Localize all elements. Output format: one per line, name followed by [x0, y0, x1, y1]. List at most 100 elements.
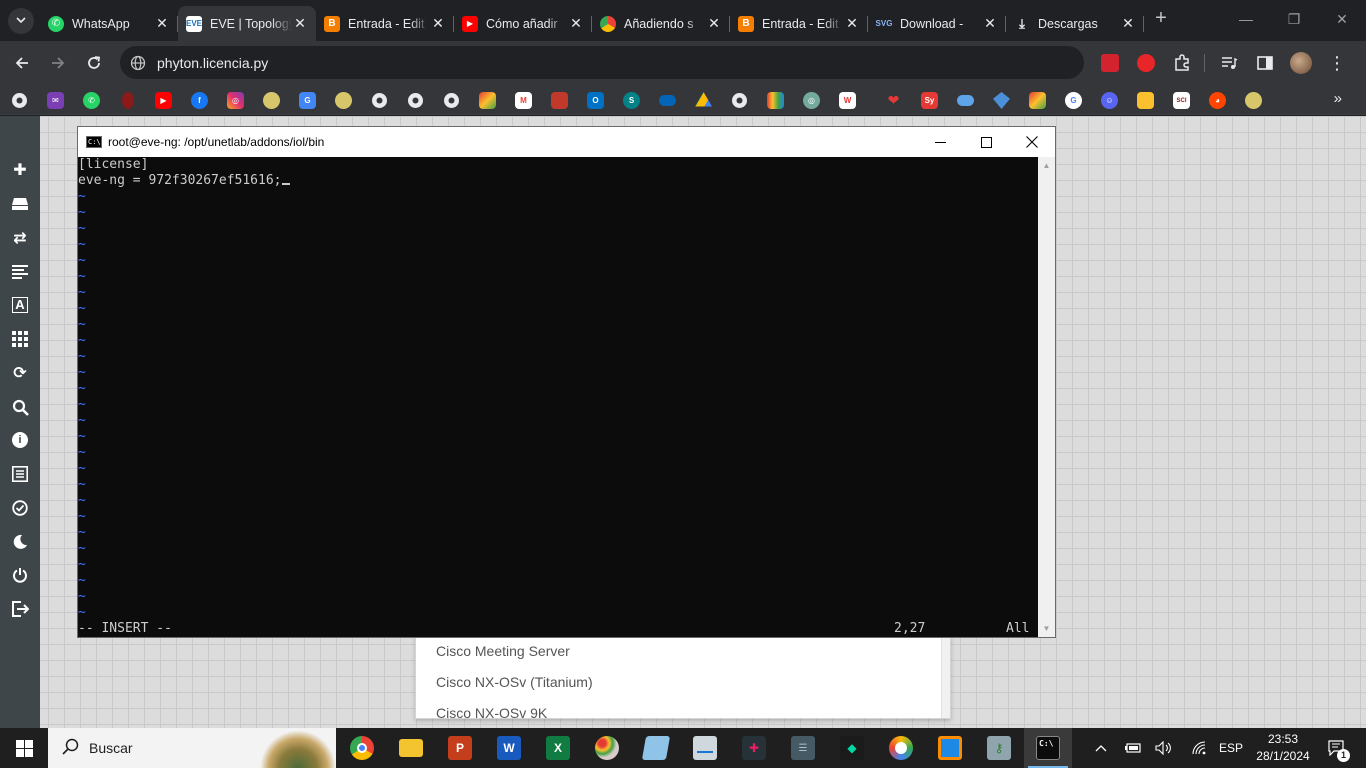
globe-bookmark-icon-3[interactable]	[407, 92, 424, 109]
whatsapp-bookmark-icon[interactable]: ✆	[83, 92, 100, 109]
heart-bookmark-icon[interactable]: ❤	[885, 92, 902, 109]
youtube-bookmark-icon[interactable]: ▶	[155, 92, 172, 109]
close-icon[interactable]: ✕	[982, 15, 998, 32]
refresh-icon[interactable]: ⟳	[10, 363, 30, 383]
yahoo-mail-bookmark-icon[interactable]: ✉	[47, 92, 64, 109]
terminal-taskbar-app[interactable]: C:\	[1024, 728, 1072, 768]
power-icon[interactable]	[10, 565, 30, 585]
logout-icon[interactable]	[10, 599, 30, 619]
text-icon[interactable]: A	[10, 295, 30, 315]
list-item[interactable]: Cisco Meeting Server	[436, 643, 570, 659]
sharepoint-bookmark-icon[interactable]: S	[623, 92, 640, 109]
mendeley-extension-icon[interactable]	[1096, 49, 1124, 77]
restore-button[interactable]: ❐	[1270, 0, 1318, 38]
graduation-cap-bookmark-icon[interactable]	[993, 92, 1010, 109]
language-indicator[interactable]: ESP	[1216, 728, 1246, 768]
start-button[interactable]	[0, 728, 48, 768]
university-seal-bookmark-icon-2[interactable]	[335, 92, 352, 109]
kebab-menu-icon[interactable]: ⋮	[1323, 49, 1351, 77]
slack-taskbar-app[interactable]: ✚	[730, 728, 778, 768]
tab-youtube[interactable]: ▶ Cómo añadir ✕	[454, 9, 592, 38]
nodes-icon[interactable]	[10, 194, 30, 214]
wifi-tray-icon[interactable]	[1187, 728, 1211, 768]
red-bookmark-icon[interactable]	[122, 92, 134, 109]
close-icon[interactable]: ✕	[706, 15, 722, 32]
tab-whatsapp[interactable]: ✆ WhatsApp ✕	[40, 9, 178, 38]
startup-configs-icon[interactable]	[10, 262, 30, 282]
discord-bookmark-icon[interactable]: ☺	[1101, 92, 1118, 109]
zoom-icon[interactable]	[10, 397, 30, 417]
excel-taskbar-app[interactable]: X	[534, 728, 582, 768]
instagram-bookmark-icon[interactable]: ◎	[227, 92, 244, 109]
google-drive-bookmark-icon[interactable]	[695, 92, 712, 107]
adblock-extension-icon[interactable]	[1132, 49, 1160, 77]
address-bar[interactable]: phyton.licencia.py	[120, 46, 1084, 79]
globe-icon[interactable]	[130, 55, 146, 71]
image-bookmark-icon[interactable]	[1137, 92, 1154, 109]
media-queue-icon[interactable]	[1215, 49, 1243, 77]
google-bookmark-icon[interactable]: G	[1065, 92, 1082, 109]
notification-center-button[interactable]: 1	[1320, 728, 1354, 768]
new-tab-button[interactable]: +	[1150, 8, 1172, 30]
brave-browser-taskbar-app[interactable]	[877, 728, 925, 768]
tab-blogger-2[interactable]: B Entrada - Edit ✕	[730, 9, 868, 38]
side-panel-icon[interactable]	[1251, 49, 1279, 77]
puzzle-icon[interactable]	[1168, 49, 1196, 77]
list-item[interactable]: Cisco NX-OSv 9K	[436, 705, 547, 718]
more-bookmarks-icon[interactable]: »	[1334, 90, 1342, 107]
networks-icon[interactable]: ⇄	[10, 228, 30, 248]
notepad-taskbar-app[interactable]	[632, 728, 680, 768]
monitor-app-taskbar-app[interactable]	[681, 728, 729, 768]
close-icon[interactable]: ✕	[430, 15, 446, 32]
check-circle-icon[interactable]	[10, 498, 30, 518]
symbolab-bookmark-icon[interactable]: Sy	[921, 92, 938, 109]
file-explorer-taskbar-app[interactable]	[387, 728, 435, 768]
tab-blogger-1[interactable]: B Entrada - Edit ✕	[316, 9, 454, 38]
close-icon[interactable]: ✕	[568, 15, 584, 32]
chatgpt-bookmark-icon[interactable]: ◎	[803, 92, 820, 109]
lab-details-icon[interactable]	[10, 464, 30, 484]
cloud-bookmark-icon[interactable]	[957, 95, 974, 106]
terminal-maximize-button[interactable]	[963, 127, 1009, 157]
w-bookmark-icon[interactable]: W	[839, 92, 856, 109]
terminal-body[interactable]: [license] eve-ng = 972f30267ef51616; ~ ~ ~…	[78, 157, 1038, 637]
show-hidden-icons-button[interactable]	[1090, 728, 1112, 768]
terminal-minimize-button[interactable]	[917, 127, 963, 157]
minimize-button[interactable]: —	[1222, 0, 1270, 38]
system-clock[interactable]: 23:53 28/1/2024	[1252, 731, 1314, 765]
globe-bookmark-icon-5[interactable]	[731, 92, 748, 109]
tab-eve-topology[interactable]: EVE EVE | Topology ✕	[178, 6, 316, 41]
taskbar-search[interactable]: Buscar	[48, 728, 336, 768]
crest-bookmark-icon[interactable]	[551, 92, 568, 109]
close-icon[interactable]: ✕	[292, 15, 308, 32]
forward-button[interactable]	[44, 49, 72, 77]
info-icon[interactable]: i	[10, 430, 30, 450]
close-icon[interactable]: ✕	[844, 15, 860, 32]
close-window-button[interactable]: ✕	[1318, 0, 1366, 38]
reddit-bookmark-icon[interactable]: ◕	[1209, 92, 1226, 109]
terminal-scrollbar[interactable]: ▲ ▼	[1038, 157, 1055, 637]
terminal-close-button[interactable]	[1009, 127, 1055, 157]
list-item[interactable]: Cisco NX-OSv (Titanium)	[436, 674, 593, 690]
globe-bookmark-icon-4[interactable]	[443, 92, 460, 109]
tab-search-button[interactable]	[8, 8, 34, 34]
chrome-taskbar-app[interactable]	[338, 728, 386, 768]
globe-bookmark-icon[interactable]	[11, 92, 28, 109]
onedrive-bookmark-icon[interactable]	[659, 95, 676, 106]
colorful-bookmark-icon-2[interactable]	[1029, 92, 1046, 109]
filmora-taskbar-app[interactable]: ◆	[828, 728, 876, 768]
facebook-bookmark-icon[interactable]: f	[191, 92, 208, 109]
list-scrollbar[interactable]	[941, 637, 950, 718]
paint-taskbar-app[interactable]	[583, 728, 631, 768]
volume-tray-icon[interactable]	[1151, 728, 1175, 768]
reload-button[interactable]	[80, 49, 108, 77]
tab-anadiendo[interactable]: Añadiendo s ✕	[592, 9, 730, 38]
university-seal-bookmark-icon-3[interactable]	[1245, 92, 1262, 109]
globe-bookmark-icon-2[interactable]	[371, 92, 388, 109]
university-seal-bookmark-icon[interactable]	[263, 92, 280, 109]
url-text[interactable]: phyton.licencia.py	[157, 55, 268, 71]
close-icon[interactable]: ✕	[154, 15, 170, 32]
gmail-bookmark-icon[interactable]: M	[515, 92, 532, 109]
colorful-bookmark-icon[interactable]	[479, 92, 496, 109]
google-translate-bookmark-icon[interactable]: G	[299, 92, 316, 109]
